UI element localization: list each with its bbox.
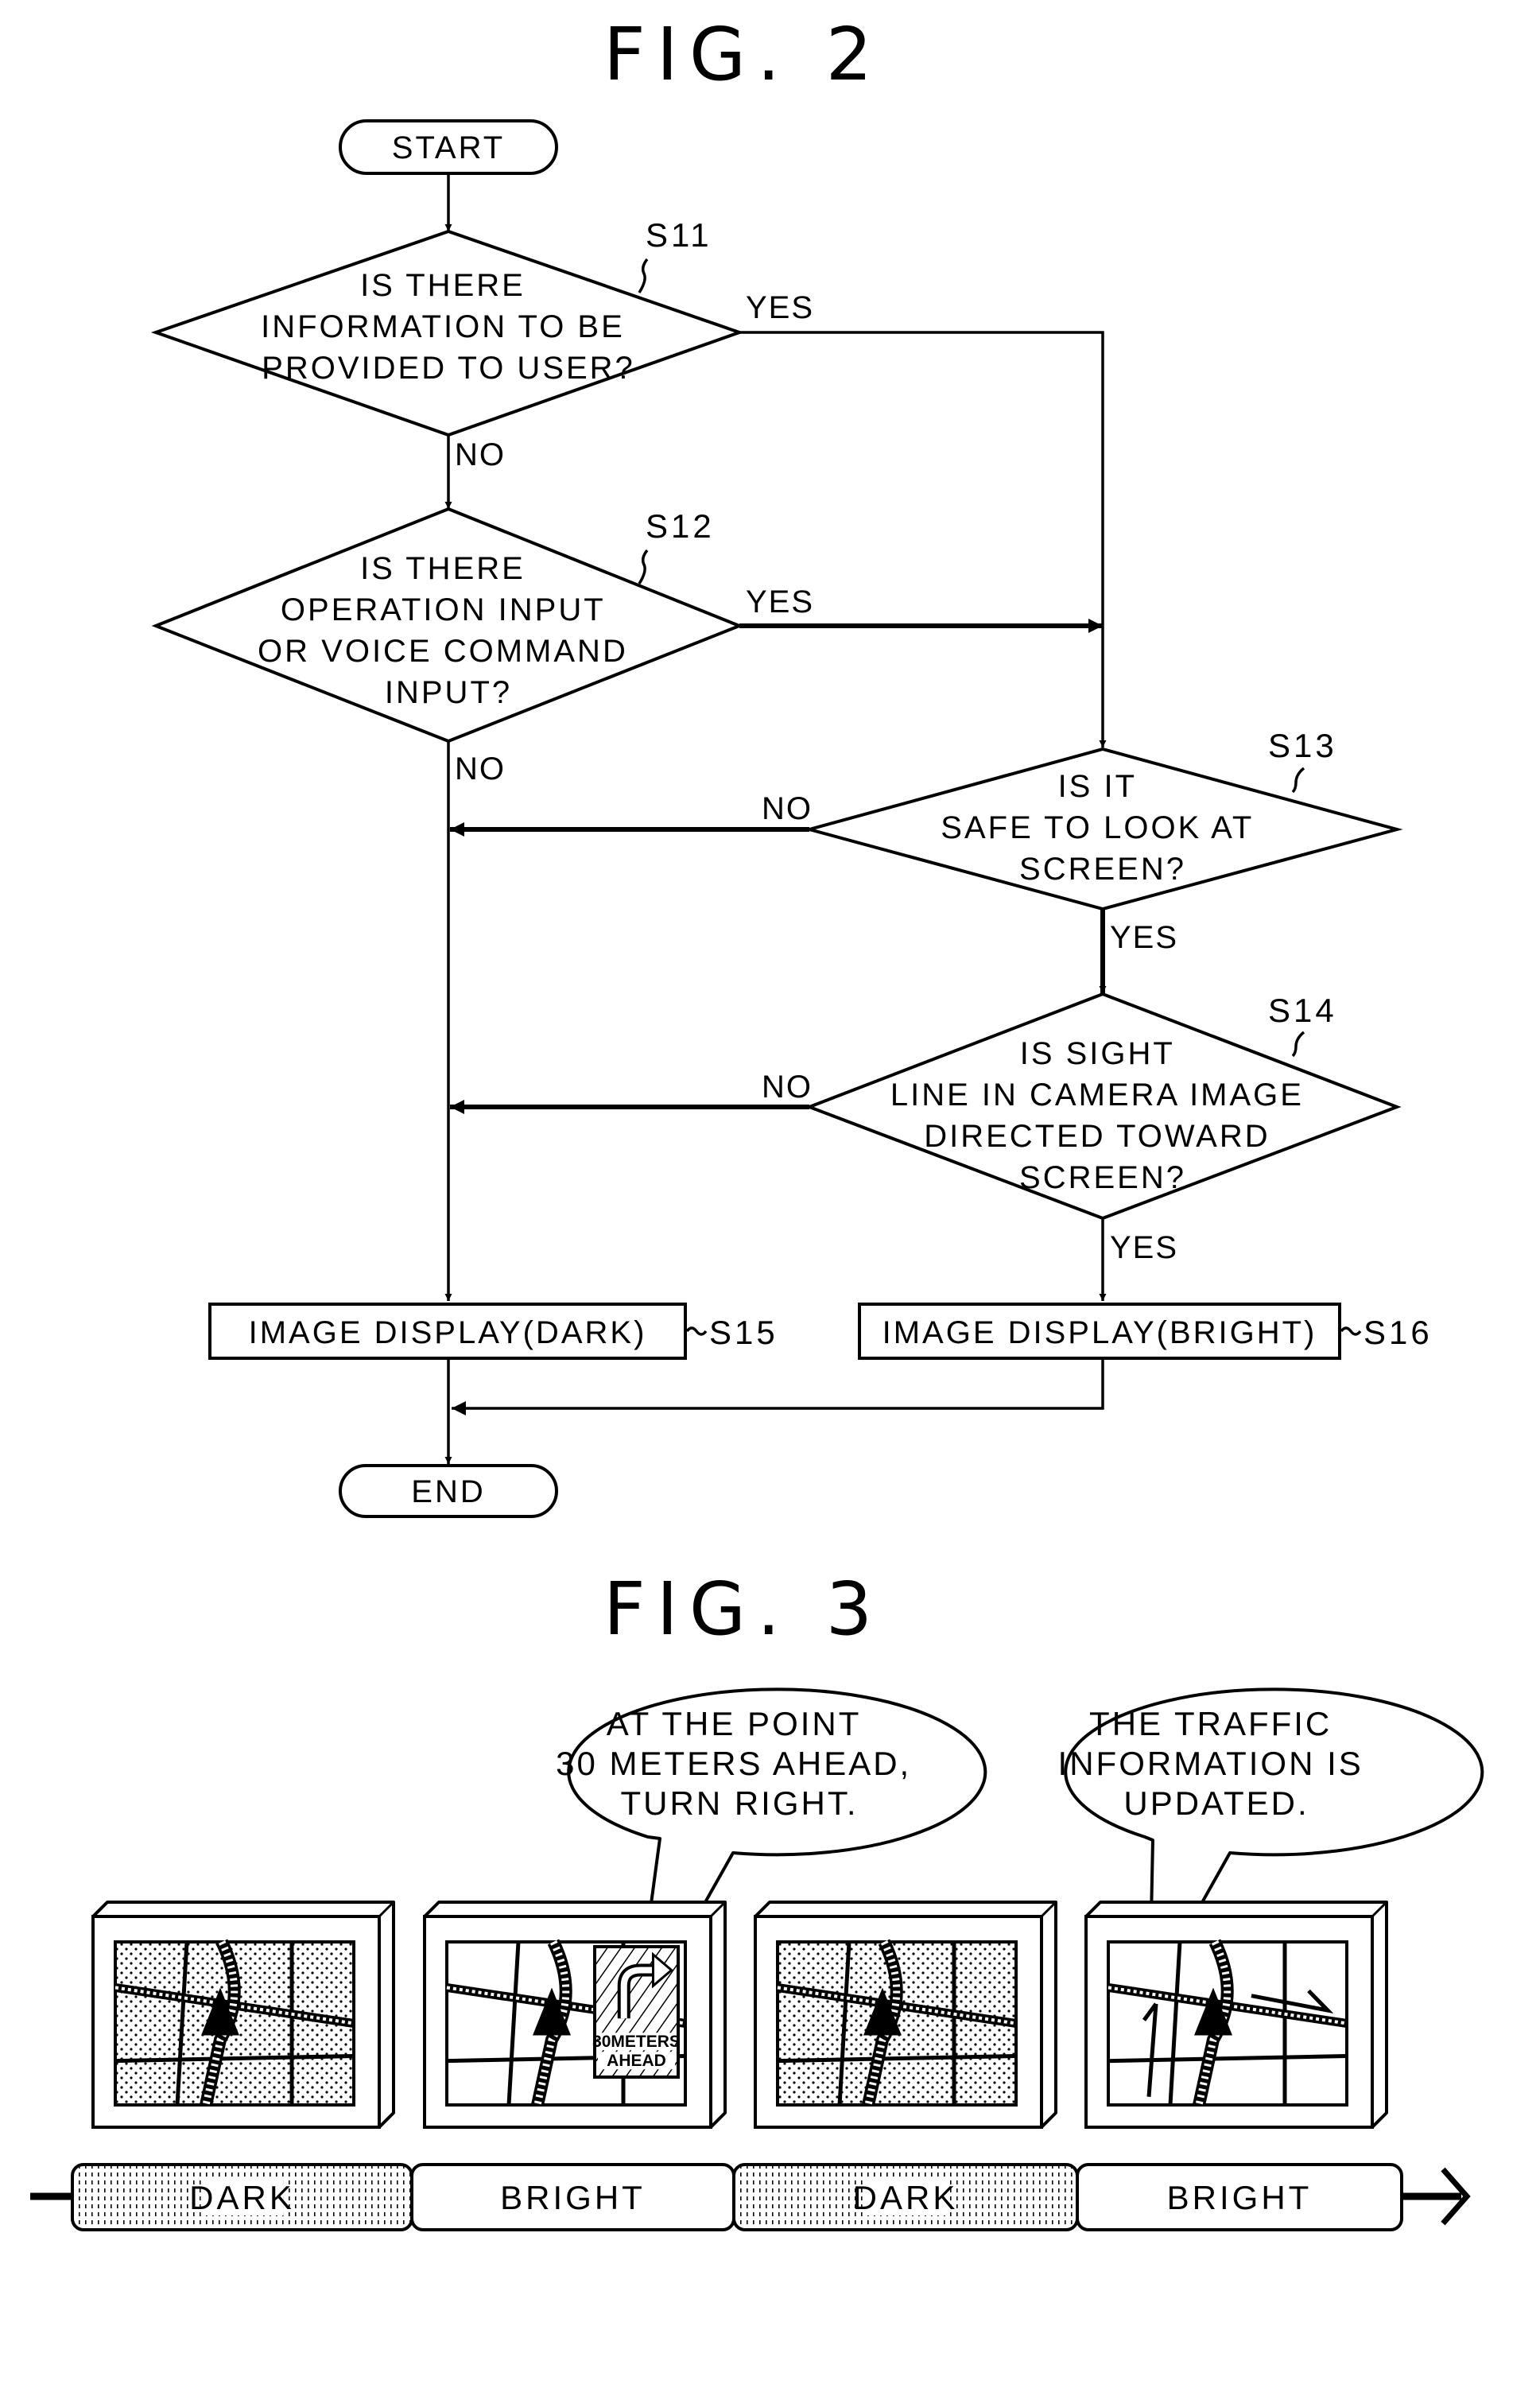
timeline-segment-label: BRIGHT — [500, 2179, 646, 2216]
s11-yes-label: YES — [746, 290, 814, 325]
decision-s13: IS IT SAFE TO LOOK AT SCREEN? — [803, 747, 1403, 911]
s12-yes-label: YES — [746, 584, 814, 619]
s15-label: IMAGE DISPLAY(DARK) — [249, 1315, 647, 1350]
s16-to-end-connector — [452, 1358, 1104, 1415]
s11-yes-connector — [739, 331, 1107, 748]
brightness-timeline: DARK BRIGHT DARK BRIGHT — [30, 2163, 1471, 2231]
s14-yes-label: YES — [1110, 1230, 1178, 1265]
timeline-segment-bright: BRIGHT — [1076, 2163, 1403, 2231]
timeline-segment-dark: DARK — [732, 2163, 1079, 2231]
timeline-segment-dark: DARK — [71, 2163, 413, 2231]
navigation-screens: 30METERSAHEAD — [91, 1901, 1388, 2129]
timeline-segment-label: DARK — [853, 2179, 959, 2216]
fig3-title: FIG. 3 — [603, 1567, 883, 1652]
timeline-segment-label: DARK — [189, 2179, 295, 2216]
start-label: START — [392, 130, 505, 165]
s11-no-label: NO — [455, 437, 506, 472]
end-label: END — [411, 1474, 485, 1509]
s11-step-id: S11 — [646, 216, 712, 254]
s14-step-id: S14 — [1268, 992, 1337, 1029]
patent-drawing-sheet: FIG. 2 START IS THERE INFORMATION TO BE … — [30, 12, 1484, 2231]
start-terminal: START — [339, 119, 558, 175]
screen-2-bright: 30METERSAHEAD — [423, 1901, 727, 2129]
timeline-segment-bright: BRIGHT — [410, 2163, 735, 2231]
turn-guidance-sign: 30METERSAHEAD — [592, 1945, 681, 2079]
process-s16: IMAGE DISPLAY(BRIGHT) — [858, 1303, 1341, 1360]
s15-step-id: S15 — [709, 1314, 778, 1351]
s12-step-id: S12 — [646, 507, 715, 545]
s13-yes-label: YES — [1110, 920, 1178, 955]
process-s15: IMAGE DISPLAY(DARK) — [208, 1303, 687, 1360]
s14-leader — [1291, 1031, 1305, 1058]
timeline-segment-label: BRIGHT — [1167, 2179, 1313, 2216]
s16-label: IMAGE DISPLAY(BRIGHT) — [882, 1315, 1317, 1350]
s16-step-id: S16 — [1364, 1314, 1433, 1351]
s11-leader — [638, 258, 649, 293]
decision-s11: IS THERE INFORMATION TO BE PROVIDED TO U… — [150, 229, 745, 437]
s13-leader — [1291, 767, 1305, 794]
s14-no-label: NO — [762, 1070, 813, 1105]
screen-3-dark — [754, 1901, 1057, 2129]
screen-1-dark — [91, 1901, 395, 2129]
s13-step-id: S13 — [1268, 727, 1337, 764]
s16-leader — [1340, 1326, 1362, 1336]
fig2-title: FIG. 2 — [603, 12, 883, 97]
screen-4-bright — [1084, 1901, 1388, 2129]
sign-text-line: AHEAD — [607, 2052, 666, 2070]
s12-no-label: NO — [455, 751, 506, 786]
sign-text-line: 30METERS — [592, 2033, 681, 2051]
s15-leader — [685, 1326, 708, 1336]
s13-no-label: NO — [762, 791, 813, 826]
end-terminal: END — [339, 1464, 558, 1518]
s12-leader — [638, 549, 649, 584]
